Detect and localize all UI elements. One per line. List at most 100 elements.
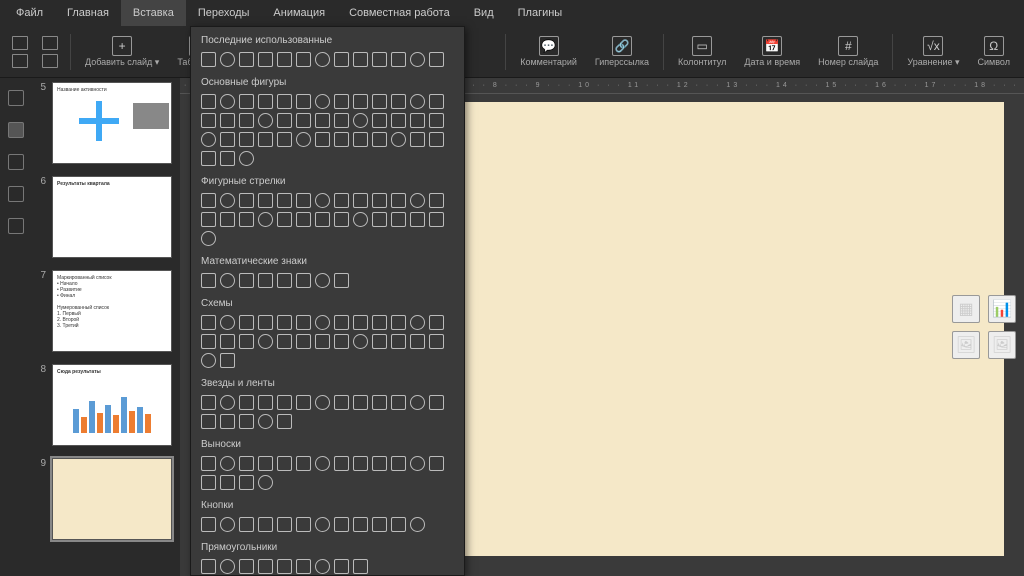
- shape-swatch[interactable]: [296, 273, 311, 288]
- shape-swatch[interactable]: [220, 414, 235, 429]
- shape-swatch[interactable]: [353, 132, 368, 147]
- shape-swatch[interactable]: [239, 315, 254, 330]
- shape-swatch[interactable]: [258, 456, 273, 471]
- shape-swatch[interactable]: [220, 132, 235, 147]
- shape-swatch[interactable]: [239, 334, 254, 349]
- info-icon[interactable]: [8, 218, 24, 234]
- shape-swatch[interactable]: [296, 315, 311, 330]
- shape-swatch[interactable]: [239, 193, 254, 208]
- menu-view[interactable]: Вид: [462, 0, 506, 26]
- shape-swatch[interactable]: [372, 395, 387, 410]
- shape-swatch[interactable]: [334, 517, 349, 532]
- comments-panel-icon[interactable]: [8, 154, 24, 170]
- menu-insert[interactable]: Вставка: [121, 0, 186, 26]
- shape-swatch[interactable]: [277, 132, 292, 147]
- shape-swatch[interactable]: [410, 113, 425, 128]
- shape-swatch[interactable]: [372, 456, 387, 471]
- shape-swatch[interactable]: [391, 212, 406, 227]
- shape-swatch[interactable]: [391, 52, 406, 67]
- shape-swatch[interactable]: [258, 517, 273, 532]
- shape-swatch[interactable]: [296, 517, 311, 532]
- shape-swatch[interactable]: [372, 94, 387, 109]
- image-tool-icon[interactable]: 🖼: [952, 331, 980, 359]
- shape-swatch[interactable]: [315, 193, 330, 208]
- shape-swatch[interactable]: [220, 475, 235, 490]
- shape-swatch[interactable]: [296, 113, 311, 128]
- shape-swatch[interactable]: [353, 517, 368, 532]
- shape-swatch[interactable]: [277, 517, 292, 532]
- comment-button[interactable]: 💬 Комментарий: [512, 26, 585, 77]
- shape-swatch[interactable]: [239, 475, 254, 490]
- shape-swatch[interactable]: [429, 212, 444, 227]
- shape-swatch[interactable]: [391, 132, 406, 147]
- shape-swatch[interactable]: [220, 315, 235, 330]
- shape-swatch[interactable]: [201, 395, 216, 410]
- shape-swatch[interactable]: [258, 94, 273, 109]
- shape-swatch[interactable]: [239, 559, 254, 574]
- shape-swatch[interactable]: [353, 113, 368, 128]
- shape-swatch[interactable]: [277, 52, 292, 67]
- shape-swatch[interactable]: [220, 517, 235, 532]
- shape-swatch[interactable]: [220, 353, 235, 368]
- shape-swatch[interactable]: [391, 315, 406, 330]
- shape-swatch[interactable]: [391, 517, 406, 532]
- shape-swatch[interactable]: [410, 395, 425, 410]
- shape-swatch[interactable]: [353, 334, 368, 349]
- equation-button[interactable]: √x Уравнение ▾: [899, 26, 967, 77]
- shape-swatch[interactable]: [353, 395, 368, 410]
- shape-swatch[interactable]: [296, 559, 311, 574]
- image-settings-icon[interactable]: 🖼: [988, 331, 1016, 359]
- shape-swatch[interactable]: [334, 94, 349, 109]
- shape-swatch[interactable]: [315, 52, 330, 67]
- cut-icon[interactable]: [42, 36, 58, 50]
- shape-swatch[interactable]: [201, 315, 216, 330]
- thumbnail-item[interactable]: 9: [36, 458, 176, 540]
- hyperlink-button[interactable]: 🔗 Гиперссылка: [587, 26, 657, 77]
- shape-swatch[interactable]: [239, 52, 254, 67]
- shape-swatch[interactable]: [201, 273, 216, 288]
- shape-swatch[interactable]: [239, 151, 254, 166]
- shape-swatch[interactable]: [296, 132, 311, 147]
- select-icon[interactable]: [42, 54, 58, 68]
- menu-file[interactable]: Файл: [4, 0, 55, 26]
- shape-swatch[interactable]: [258, 475, 273, 490]
- symbol-button[interactable]: Ω Символ: [970, 26, 1018, 77]
- shape-swatch[interactable]: [296, 193, 311, 208]
- menu-plugins[interactable]: Плагины: [506, 0, 575, 26]
- shape-swatch[interactable]: [315, 212, 330, 227]
- shape-swatch[interactable]: [277, 456, 292, 471]
- shape-swatch[interactable]: [201, 456, 216, 471]
- thumbnail-item[interactable]: 6 Результаты квартала: [36, 176, 176, 258]
- shape-swatch[interactable]: [334, 315, 349, 330]
- shape-swatch[interactable]: [258, 315, 273, 330]
- shape-swatch[interactable]: [296, 395, 311, 410]
- shape-swatch[interactable]: [201, 475, 216, 490]
- shape-swatch[interactable]: [296, 456, 311, 471]
- shape-swatch[interactable]: [220, 456, 235, 471]
- shape-swatch[interactable]: [239, 456, 254, 471]
- shape-swatch[interactable]: [277, 334, 292, 349]
- shape-swatch[interactable]: [410, 212, 425, 227]
- menu-transitions[interactable]: Переходы: [186, 0, 262, 26]
- shape-swatch[interactable]: [277, 113, 292, 128]
- shape-swatch[interactable]: [334, 193, 349, 208]
- shape-swatch[interactable]: [296, 212, 311, 227]
- shape-swatch[interactable]: [220, 334, 235, 349]
- shape-swatch[interactable]: [296, 334, 311, 349]
- shape-swatch[interactable]: [239, 132, 254, 147]
- shape-swatch[interactable]: [201, 414, 216, 429]
- shape-swatch[interactable]: [277, 414, 292, 429]
- add-slide-button[interactable]: + Добавить слайд ▾: [77, 26, 167, 77]
- shape-swatch[interactable]: [315, 395, 330, 410]
- shape-swatch[interactable]: [391, 94, 406, 109]
- shape-swatch[interactable]: [258, 132, 273, 147]
- shape-swatch[interactable]: [258, 52, 273, 67]
- shape-swatch[interactable]: [258, 395, 273, 410]
- shape-swatch[interactable]: [201, 113, 216, 128]
- shape-swatch[interactable]: [334, 132, 349, 147]
- menu-animation[interactable]: Анимация: [261, 0, 337, 26]
- shape-swatch[interactable]: [201, 151, 216, 166]
- shape-swatch[interactable]: [201, 353, 216, 368]
- shape-swatch[interactable]: [258, 212, 273, 227]
- shape-swatch[interactable]: [239, 94, 254, 109]
